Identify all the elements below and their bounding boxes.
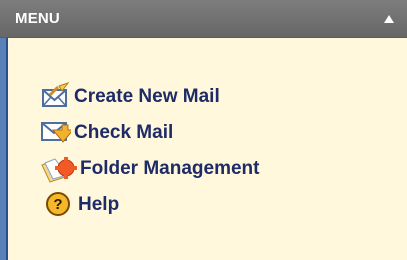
folder-management-icon — [38, 152, 80, 184]
menu-list: Create New Mail Check Mail Folder Manage… — [38, 78, 259, 222]
menu-item-folder-management[interactable]: Folder Management — [38, 150, 259, 186]
triangle-up-icon[interactable] — [382, 12, 396, 26]
menu-header[interactable]: MENU — [0, 0, 407, 38]
create-mail-icon — [38, 80, 72, 112]
menu-item-check-mail[interactable]: Check Mail — [38, 114, 259, 150]
menu-panel: MENU Create New Mail Check Mail Folder M… — [0, 0, 407, 260]
menu-item-label: Create New Mail — [74, 85, 220, 107]
menu-item-label: Help — [78, 193, 120, 215]
svg-text:?: ? — [53, 196, 62, 213]
menu-item-create-new-mail[interactable]: Create New Mail — [38, 78, 259, 114]
menu-item-help[interactable]: ? Help — [38, 186, 259, 222]
menu-title: MENU — [15, 10, 60, 27]
check-mail-icon — [38, 116, 72, 148]
menu-item-label: Check Mail — [74, 121, 174, 143]
help-icon: ? — [40, 188, 76, 220]
menu-item-label: Folder Management — [80, 157, 260, 179]
